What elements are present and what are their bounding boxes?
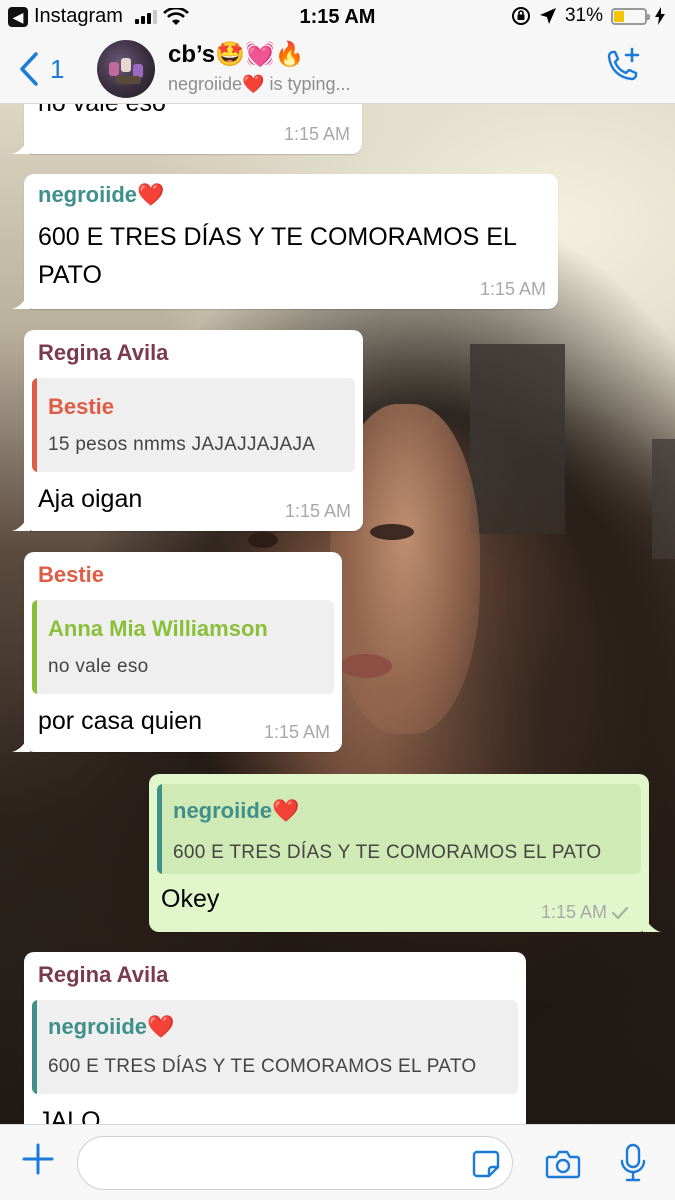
message-sender: Regina Avila: [38, 962, 169, 987]
message-text: Aja oigan: [38, 485, 143, 513]
quote-sender: Bestie: [48, 394, 115, 419]
bubble-tail: [643, 916, 661, 932]
status-bar-right: 31%: [511, 5, 665, 27]
message-text: por casa quien: [38, 707, 203, 735]
bubble-tail: [12, 736, 30, 752]
charging-bolt-icon: [655, 7, 665, 25]
quoted-message[interactable]: negroiide❤️ 600 E TRES DÍAS Y TE COMORAM…: [32, 1000, 518, 1094]
message-sender: negroiide❤️: [38, 182, 165, 207]
quote-sender: negroiide❤️: [173, 798, 300, 823]
quote-bar: [157, 784, 162, 874]
add-call-button[interactable]: [601, 46, 643, 93]
message-bubble[interactable]: Regina Avila negroiide❤️ 600 E TRES DÍAS…: [24, 952, 526, 1124]
quote-text: 600 E TRES DÍAS Y TE COMORAMOS EL PATO: [173, 842, 602, 863]
message-input-bar: [0, 1124, 675, 1200]
message-bubble[interactable]: no vale eso 1:15 AM: [12, 104, 362, 154]
quote-bar: [32, 600, 37, 694]
message-text: JALO: [38, 1107, 101, 1124]
quote-text: no vale eso: [48, 656, 149, 677]
group-avatar[interactable]: [97, 40, 155, 98]
camera-button[interactable]: [545, 1149, 581, 1184]
message-text-line-2: PATO: [38, 261, 102, 289]
quote-sender: Anna Mia Williamson: [48, 616, 268, 641]
message-text-line-1: 600 E TRES DÍAS Y TE COMORAMOS EL: [38, 223, 517, 251]
quote-sender: negroiide❤️: [48, 1014, 175, 1039]
message-bubble[interactable]: negroiide❤️ 600 E TRES DÍAS Y TE COMORAM…: [12, 174, 558, 309]
message-text: Okey: [161, 885, 220, 913]
location-icon: [539, 8, 556, 24]
bubble-tail: [12, 515, 30, 531]
message-input[interactable]: [77, 1136, 513, 1190]
bubble-tail: [12, 293, 30, 309]
sticker-button[interactable]: [471, 1149, 501, 1184]
back-unread-count: 1: [50, 53, 65, 84]
quote-bar: [32, 1000, 37, 1094]
message-sender: Regina Avila: [38, 340, 169, 365]
quoted-message[interactable]: Anna Mia Williamson no vale eso: [32, 600, 334, 694]
message-sender: Bestie: [38, 562, 105, 587]
sent-check-icon: [611, 906, 629, 920]
phone-add-icon: [607, 47, 640, 81]
battery-icon: [611, 7, 650, 25]
chat-title[interactable]: cb’s🤩💓🔥: [168, 40, 305, 69]
chat-header: 1 cb’s🤩💓🔥 negroiide❤️ is typing...: [0, 34, 675, 104]
message-bubble[interactable]: Bestie Anna Mia Williamson no vale eso p…: [12, 552, 342, 752]
message-time: 1:15 AM: [284, 501, 351, 521]
message-list[interactable]: no vale eso 1:15 AM negroiide❤️ 600 E TR…: [0, 104, 675, 1124]
message-text: no vale eso: [38, 104, 166, 123]
microphone-icon: [620, 1143, 646, 1182]
outgoing-message-bubble[interactable]: negroiide❤️ 600 E TRES DÍAS Y TE COMORAM…: [149, 774, 661, 932]
quote-text: 600 E TRES DÍAS Y TE COMORAMOS EL PATO: [48, 1056, 477, 1077]
camera-icon: [545, 1150, 581, 1179]
chevron-left-icon: [20, 52, 38, 86]
message-time: 1:15 AM: [479, 279, 546, 299]
message-time: 1:15 AM: [283, 124, 350, 144]
back-button[interactable]: 1: [18, 52, 64, 86]
orientation-lock-icon: [511, 7, 530, 25]
quote-text: 15 pesos nmms JAJAJJAJAJA: [48, 434, 316, 455]
attach-button[interactable]: [22, 1143, 54, 1180]
quoted-message[interactable]: Bestie 15 pesos nmms JAJAJJAJAJA: [32, 378, 355, 472]
quoted-message[interactable]: negroiide❤️ 600 E TRES DÍAS Y TE COMORAM…: [157, 784, 641, 874]
plus-icon: [22, 1143, 54, 1175]
status-bar: ◀ Instagram 1:15 AM 31%: [0, 0, 675, 34]
battery-percent: 31%: [564, 5, 603, 26]
message-bubble[interactable]: Regina Avila Bestie 15 pesos nmms JAJAJJ…: [12, 330, 363, 531]
typing-indicator: negroiide❤️ is typing...: [168, 74, 351, 94]
sticker-icon: [472, 1150, 500, 1178]
message-time: 1:15 AM: [540, 902, 607, 922]
message-time: 1:15 AM: [263, 722, 330, 742]
bubble-tail: [12, 138, 30, 154]
quote-bar: [32, 378, 37, 472]
voice-message-button[interactable]: [620, 1143, 646, 1188]
